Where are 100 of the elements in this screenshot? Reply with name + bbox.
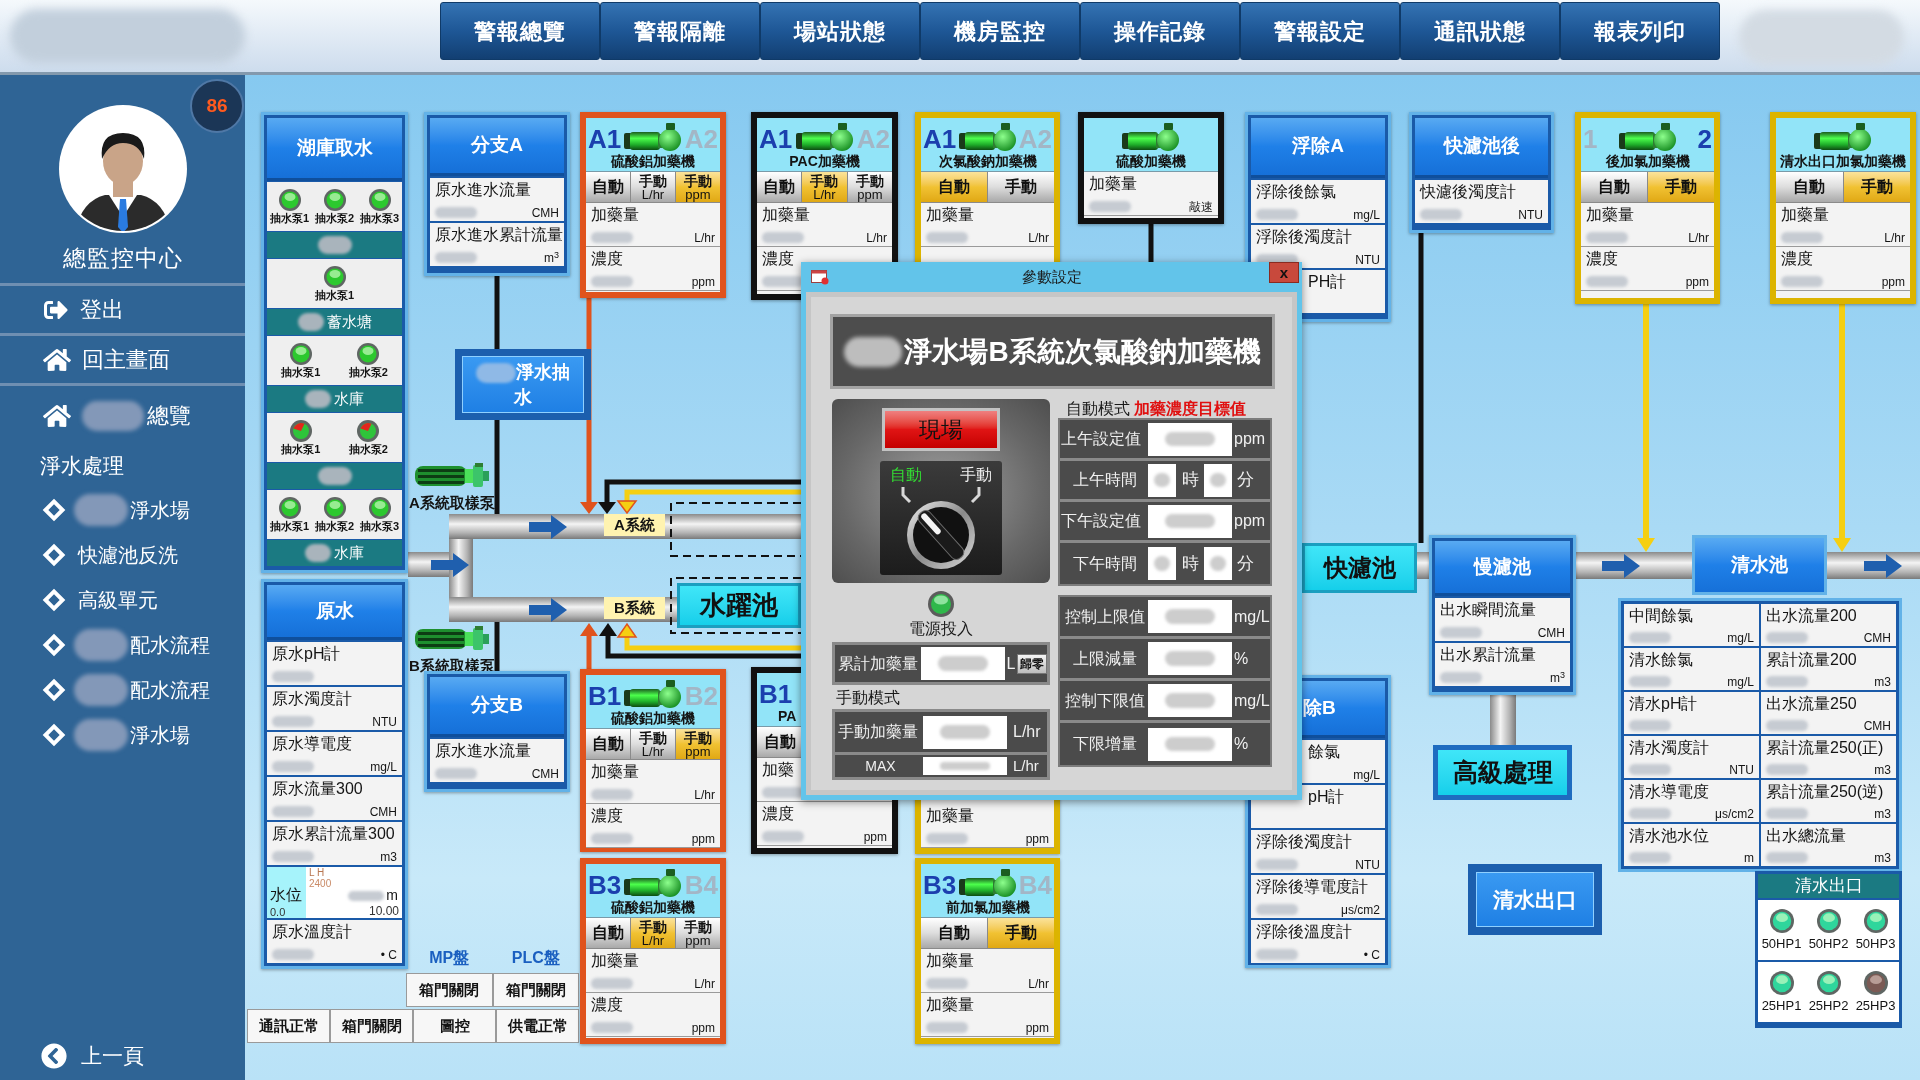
nav-button[interactable]: 報表列印 xyxy=(1560,2,1720,60)
mode-button[interactable]: 手動 L/hr xyxy=(631,729,676,759)
mode-button[interactable]: 自動 xyxy=(757,727,802,757)
value-field[interactable] xyxy=(1148,600,1232,633)
nav-button[interactable]: 警報設定 xyxy=(1240,2,1400,60)
blurred-value xyxy=(591,789,633,800)
value-field[interactable] xyxy=(1148,422,1232,456)
value-field[interactable] xyxy=(1148,727,1232,761)
section-title: 淨水處理 xyxy=(40,453,124,480)
mode-button[interactable]: 手動 ppm xyxy=(676,172,720,202)
pump-label: 抽水泵1 xyxy=(269,518,310,533)
minute-label: 分 xyxy=(1236,552,1254,575)
value-field[interactable] xyxy=(923,715,1007,749)
mode-button[interactable]: 自動 xyxy=(586,729,631,759)
unit-id: A1 xyxy=(588,126,622,152)
unit-label: 敲速 xyxy=(1189,200,1213,214)
mode-button[interactable]: 手動 xyxy=(1843,172,1910,202)
selector-option[interactable]: 自動 xyxy=(890,465,922,485)
back-link[interactable]: 上一頁 xyxy=(0,1037,245,1075)
nav-button[interactable]: 操作記錄 xyxy=(1080,2,1240,60)
value-field[interactable] xyxy=(1148,547,1176,580)
reading-label: 浮除後餘氯 xyxy=(1256,182,1336,202)
connector-line xyxy=(494,622,500,671)
unit-label: μs/cm2 xyxy=(1715,807,1754,821)
blurred-value xyxy=(1089,201,1131,212)
nav-button[interactable]: 通訊狀態 xyxy=(1400,2,1560,60)
mode-button[interactable]: 手動 L/hr xyxy=(631,172,676,202)
location-button[interactable]: 現場 xyxy=(882,408,1000,451)
value-field[interactable] xyxy=(921,647,1005,680)
menu-item[interactable]: 淨水場 xyxy=(0,487,245,532)
reading-label: 中間餘氯 xyxy=(1629,606,1693,626)
blurred-value xyxy=(762,787,804,798)
mode-button[interactable]: 自動 xyxy=(1581,172,1648,202)
reading-label: 出水瞬間流量 xyxy=(1440,600,1536,620)
menu-item[interactable]: 配水流程 xyxy=(0,667,245,712)
dosing-pump-icon xyxy=(624,122,682,152)
value-field[interactable] xyxy=(1148,642,1232,675)
menu-item[interactable]: 總覽 xyxy=(0,383,245,445)
reading-label: 加藥量 xyxy=(1781,205,1829,225)
mode-button[interactable]: 自動 xyxy=(1776,172,1844,202)
blurred-value xyxy=(762,276,804,287)
value-field[interactable] xyxy=(1204,547,1232,580)
blurred-value xyxy=(591,276,633,287)
pump-station-button[interactable]: 淨水抽水 xyxy=(455,349,591,420)
machine-name: 硫酸加藥機 xyxy=(1115,152,1187,170)
nav-button[interactable]: 機房監控 xyxy=(920,2,1080,60)
unit-label: L/hr xyxy=(694,231,715,245)
process-button[interactable]: 水躍池 xyxy=(677,583,801,628)
menu-item[interactable]: 高級單元 xyxy=(0,577,245,622)
mode-button[interactable]: 自動 xyxy=(586,918,631,948)
reset-button[interactable]: 歸零 xyxy=(1017,653,1047,674)
unit-label: CMH xyxy=(1863,631,1891,645)
nav-button[interactable]: 場站狀態 xyxy=(760,2,920,60)
reading-label: 原水進水累計流量 xyxy=(435,225,563,245)
unit-label: NTU xyxy=(372,715,397,729)
value-field[interactable] xyxy=(1204,463,1232,497)
menu-item[interactable]: 淨水場 xyxy=(0,712,245,757)
nav-button[interactable]: 警報隔離 xyxy=(600,2,760,60)
mode-button[interactable]: 自動 xyxy=(586,172,631,202)
menu-item[interactable]: 配水流程 xyxy=(0,622,245,667)
unit-label: m3 xyxy=(1874,763,1891,777)
blurred-value xyxy=(1766,632,1808,643)
mode-button[interactable]: 手動 ppm xyxy=(676,729,720,759)
close-button[interactable]: x xyxy=(1269,262,1299,283)
value-field[interactable] xyxy=(1148,684,1232,717)
process-button[interactable]: 快濾池 xyxy=(1302,543,1417,593)
reading-label: 原水流量300 xyxy=(272,779,363,799)
pump-label: 25HP2 xyxy=(1808,998,1849,1013)
reading-label: 濃度 xyxy=(591,806,623,826)
selector-switch[interactable]: 自動 手動 xyxy=(880,461,1002,575)
selector-option[interactable]: 手動 xyxy=(960,465,992,485)
mode-button[interactable]: 手動 xyxy=(1648,172,1714,202)
menu-item[interactable]: 快濾池反洗 xyxy=(0,532,245,577)
blurred-value xyxy=(926,232,968,243)
unit-label: m3 xyxy=(1874,851,1891,865)
mode-button[interactable]: 自動 xyxy=(921,918,988,948)
pipe-label: B系統 xyxy=(604,597,665,619)
mode-button[interactable]: 手動 xyxy=(988,172,1054,202)
pump-label: 50HP1 xyxy=(1761,936,1802,951)
value-field[interactable] xyxy=(1148,504,1232,538)
process-button[interactable]: 高級處理 xyxy=(1433,745,1572,800)
unit-label: % xyxy=(1233,734,1249,754)
value-field[interactable] xyxy=(923,757,1007,775)
setting-label: 上限減量 xyxy=(1071,648,1138,669)
reading-label: 浮除後溫度計 xyxy=(1256,922,1352,942)
mode-button[interactable]: 手動 xyxy=(988,918,1054,948)
blurred-value xyxy=(1781,276,1823,287)
mode-button[interactable]: 手動 L/hr xyxy=(631,918,676,948)
blurred-value xyxy=(1766,676,1808,687)
unit-label: L xyxy=(1005,653,1017,674)
mode-button[interactable]: 自動 xyxy=(757,172,803,202)
section-label: 水庫 xyxy=(334,390,364,408)
mode-button[interactable]: 手動 ppm xyxy=(676,918,720,948)
mode-button[interactable]: 手動 ppm xyxy=(847,172,892,202)
mode-button[interactable]: 手動 L/hr xyxy=(802,172,848,202)
nav-button[interactable]: 警報總覽 xyxy=(440,2,600,60)
mode-button[interactable]: 自動 xyxy=(921,172,988,202)
reading-label: 原水累計流量300 xyxy=(272,824,395,844)
value-field[interactable] xyxy=(1148,463,1176,497)
blurred-value xyxy=(1766,852,1808,863)
